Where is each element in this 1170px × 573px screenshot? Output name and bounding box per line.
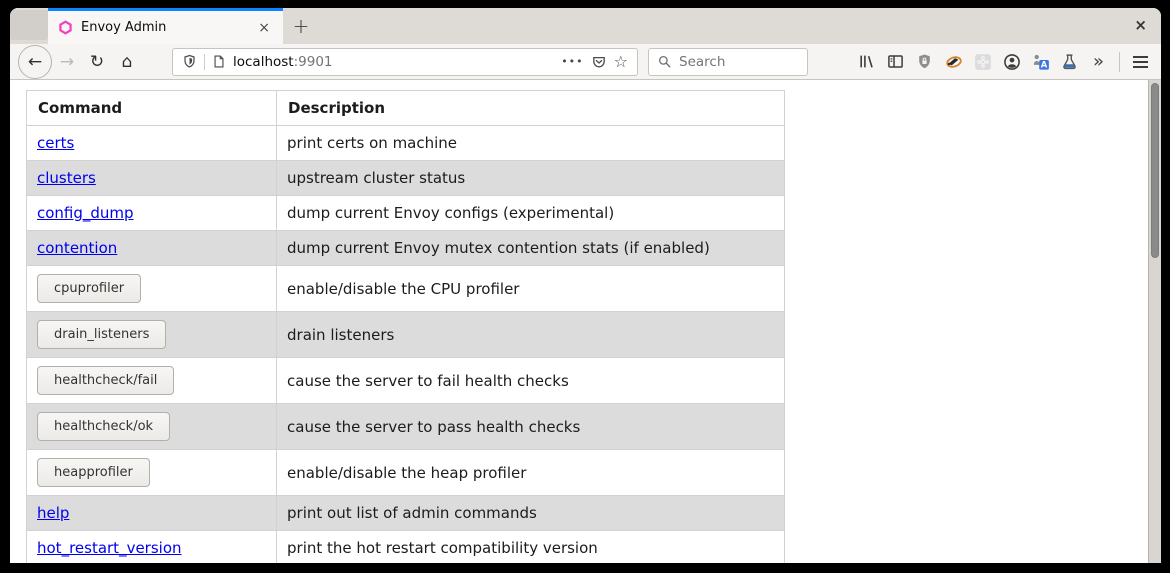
url-host: localhost xyxy=(233,54,294,70)
library-icon[interactable] xyxy=(852,47,881,77)
home-button[interactable]: ⌂ xyxy=(112,47,142,77)
menu-icon[interactable] xyxy=(1126,47,1155,77)
page-actions-icon[interactable]: ••• xyxy=(561,55,583,68)
description-cell: drain listeners xyxy=(277,312,785,358)
bookmark-star-icon[interactable]: ☆ xyxy=(614,52,628,71)
reload-button[interactable]: ↻ xyxy=(82,47,112,77)
command-button[interactable]: healthcheck/ok xyxy=(37,412,170,441)
command-button[interactable]: cpuprofiler xyxy=(37,274,141,303)
sidebar-icon[interactable] xyxy=(881,47,910,77)
browser-window: Envoy Admin × + × ← → ↻ ⌂ xyxy=(10,8,1161,563)
table-row: clusters upstream cluster status xyxy=(27,161,785,196)
command-link[interactable]: contention xyxy=(37,239,117,257)
new-tab-button[interactable]: + xyxy=(283,8,319,44)
window-close-button[interactable]: × xyxy=(1134,16,1147,34)
description-cell: enable/disable the CPU profiler xyxy=(277,266,785,312)
command-cell: hot_restart_version xyxy=(27,531,277,564)
url-text[interactable]: localhost:9901 xyxy=(233,54,333,70)
command-cell: drain_listeners xyxy=(27,312,277,358)
svg-text:A: A xyxy=(1040,59,1047,69)
scrollbar-thumb[interactable] xyxy=(1151,83,1159,258)
flask-icon[interactable] xyxy=(1055,47,1084,77)
tab-envoy-admin[interactable]: Envoy Admin × xyxy=(48,8,283,44)
search-bar[interactable]: Search xyxy=(648,48,808,76)
command-cell: config_dump xyxy=(27,196,277,231)
table-row: drain_listeners drain listeners xyxy=(27,312,785,358)
url-bar[interactable]: localhost:9901 ••• ☆ xyxy=(172,48,638,76)
page-content: Command Description certs print certs on… xyxy=(10,80,1161,563)
command-cell: cpuprofiler xyxy=(27,266,277,312)
table-row: healthcheck/fail cause the server to fai… xyxy=(27,358,785,404)
forward-button[interactable]: → xyxy=(52,47,82,77)
overflow-icon[interactable]: » xyxy=(1084,47,1113,77)
command-table: Command Description certs print certs on… xyxy=(26,90,785,563)
table-row: healthcheck/ok cause the server to pass … xyxy=(27,404,785,450)
command-link[interactable]: help xyxy=(37,504,69,522)
command-button[interactable]: drain_listeners xyxy=(37,320,166,349)
search-icon xyxy=(657,54,672,69)
table-row: certs print certs on machine xyxy=(27,126,785,161)
tab-bar: Envoy Admin × + × xyxy=(10,8,1161,44)
description-cell: enable/disable the heap profiler xyxy=(277,450,785,496)
description-cell: print certs on machine xyxy=(277,126,785,161)
command-cell: healthcheck/fail xyxy=(27,358,277,404)
url-port: :9901 xyxy=(294,54,333,70)
command-link[interactable]: hot_restart_version xyxy=(37,539,182,557)
command-cell: clusters xyxy=(27,161,277,196)
disabled-extension-icon[interactable] xyxy=(968,47,997,77)
table-header-row: Command Description xyxy=(27,91,785,126)
translate-icon[interactable]: A xyxy=(1026,47,1055,77)
envoy-favicon-icon xyxy=(58,20,73,35)
back-button[interactable]: ← xyxy=(18,45,52,79)
pocket-icon[interactable] xyxy=(591,54,607,70)
description-cell: upstream cluster status xyxy=(277,161,785,196)
toolbar-icon-group: A » xyxy=(852,47,1155,77)
command-button[interactable]: healthcheck/fail xyxy=(37,366,174,395)
command-table-body: certs print certs on machine clusters up… xyxy=(27,126,785,564)
table-row: contention dump current Envoy mutex cont… xyxy=(27,231,785,266)
command-link[interactable]: clusters xyxy=(37,169,96,187)
search-placeholder: Search xyxy=(679,54,725,70)
desktop-background: Envoy Admin × + × ← → ↻ ⌂ xyxy=(0,0,1170,573)
description-cell: cause the server to pass health checks xyxy=(277,404,785,450)
vertical-scrollbar[interactable] xyxy=(1148,80,1161,563)
description-cell: dump current Envoy configs (experimental… xyxy=(277,196,785,231)
command-cell: healthcheck/ok xyxy=(27,404,277,450)
description-cell: cause the server to fail health checks xyxy=(277,358,785,404)
privacy-badger-icon[interactable] xyxy=(939,47,968,77)
tracking-shield-icon[interactable] xyxy=(182,54,197,69)
table-row: heapprofiler enable/disable the heap pro… xyxy=(27,450,785,496)
titlebar-spacer xyxy=(10,10,48,40)
table-row: config_dump dump current Envoy configs (… xyxy=(27,196,785,231)
table-row: hot_restart_version print the hot restar… xyxy=(27,531,785,564)
command-link[interactable]: certs xyxy=(37,134,74,152)
table-row: cpuprofiler enable/disable the CPU profi… xyxy=(27,266,785,312)
command-cell: certs xyxy=(27,126,277,161)
navigation-toolbar: ← → ↻ ⌂ localh xyxy=(10,44,1161,80)
tab-title: Envoy Admin xyxy=(81,20,247,35)
tab-close-icon[interactable]: × xyxy=(255,20,273,36)
command-cell: contention xyxy=(27,231,277,266)
command-cell: heapprofiler xyxy=(27,450,277,496)
description-cell: print out list of admin commands xyxy=(277,496,785,531)
command-cell: help xyxy=(27,496,277,531)
page-icon[interactable] xyxy=(212,54,226,69)
column-header-command: Command xyxy=(27,91,277,126)
column-header-description: Description xyxy=(277,91,785,126)
description-cell: print the hot restart compatibility vers… xyxy=(277,531,785,564)
command-button[interactable]: heapprofiler xyxy=(37,458,150,487)
table-row: help print out list of admin commands xyxy=(27,496,785,531)
toolbar-separator xyxy=(1119,52,1120,72)
description-cell: dump current Envoy mutex contention stat… xyxy=(277,231,785,266)
shield-lock-icon[interactable] xyxy=(910,47,939,77)
command-link[interactable]: config_dump xyxy=(37,204,134,222)
account-icon[interactable] xyxy=(997,47,1026,77)
urlbar-separator xyxy=(204,54,205,70)
